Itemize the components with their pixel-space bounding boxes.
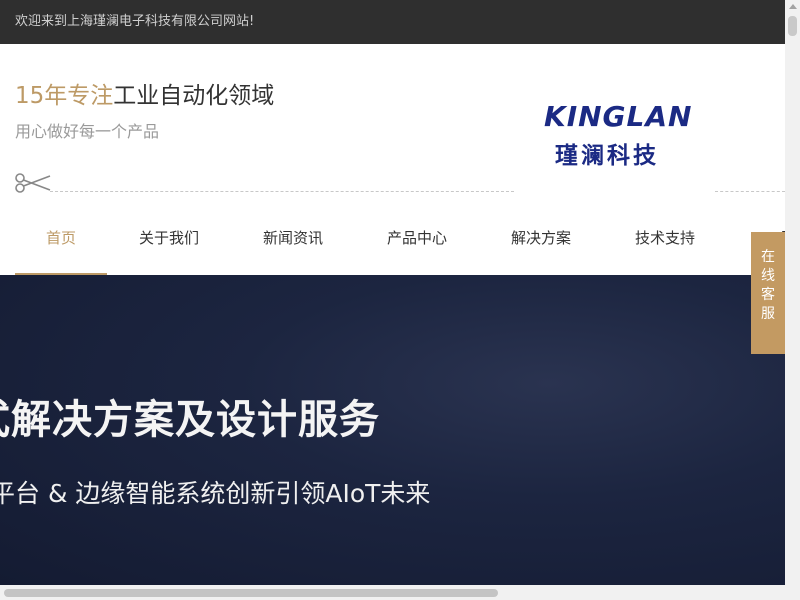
nav-item-news[interactable]: 新闻资讯	[247, 200, 339, 275]
nav-item-products[interactable]: 产品中心	[371, 200, 463, 275]
slogan-subtitle: 用心做好每一个产品	[15, 122, 160, 141]
logo-english: KINGLAN	[544, 100, 693, 133]
dashed-divider-right	[715, 191, 785, 192]
scroll-up-arrow-icon[interactable]	[789, 4, 797, 9]
service-char: 线	[761, 268, 775, 284]
nav-item-support[interactable]: 技术支持	[619, 200, 711, 275]
online-service-button[interactable]: 在 线 客 服	[751, 232, 785, 354]
banner-headline: 式解决方案及设计服务	[0, 397, 380, 443]
vertical-scrollbar[interactable]	[785, 0, 800, 585]
slogan-accent: 15年专注	[15, 83, 114, 109]
company-logo[interactable]: KINGLAN 瑾澜科技	[540, 98, 693, 170]
banner-subheadline: 平台 & 边缘智能系统创新引领AIoT未来	[0, 479, 431, 508]
vertical-scroll-thumb[interactable]	[788, 16, 797, 36]
nav-item-solutions[interactable]: 解决方案	[495, 200, 587, 275]
service-char: 服	[761, 306, 775, 322]
main-nav: 首页 关于我们 新闻资讯 产品中心 解决方案 技术支持 联	[0, 200, 797, 275]
horizontal-scrollbar[interactable]	[0, 585, 800, 600]
logo-chinese: 瑾澜科技	[555, 142, 659, 169]
horizontal-scroll-thumb[interactable]	[4, 589, 498, 597]
welcome-text: 欢迎来到上海瑾澜电子科技有限公司网站!	[15, 14, 255, 29]
service-char: 客	[761, 287, 775, 303]
service-char: 在	[761, 249, 775, 265]
nav-item-home[interactable]: 首页	[15, 200, 107, 275]
top-welcome-bar: 欢迎来到上海瑾澜电子科技有限公司网站!	[0, 0, 785, 44]
scissors-icon	[15, 173, 51, 193]
slogan-heading: 15年专注工业自动化领域	[15, 76, 274, 110]
dashed-divider-left	[50, 191, 514, 192]
nav-item-about[interactable]: 关于我们	[123, 200, 215, 275]
slogan-main-text: 工业自动化领域	[113, 83, 275, 109]
hero-banner[interactable]: 式解决方案及设计服务 平台 & 边缘智能系统创新引领AIoT未来	[0, 275, 785, 585]
